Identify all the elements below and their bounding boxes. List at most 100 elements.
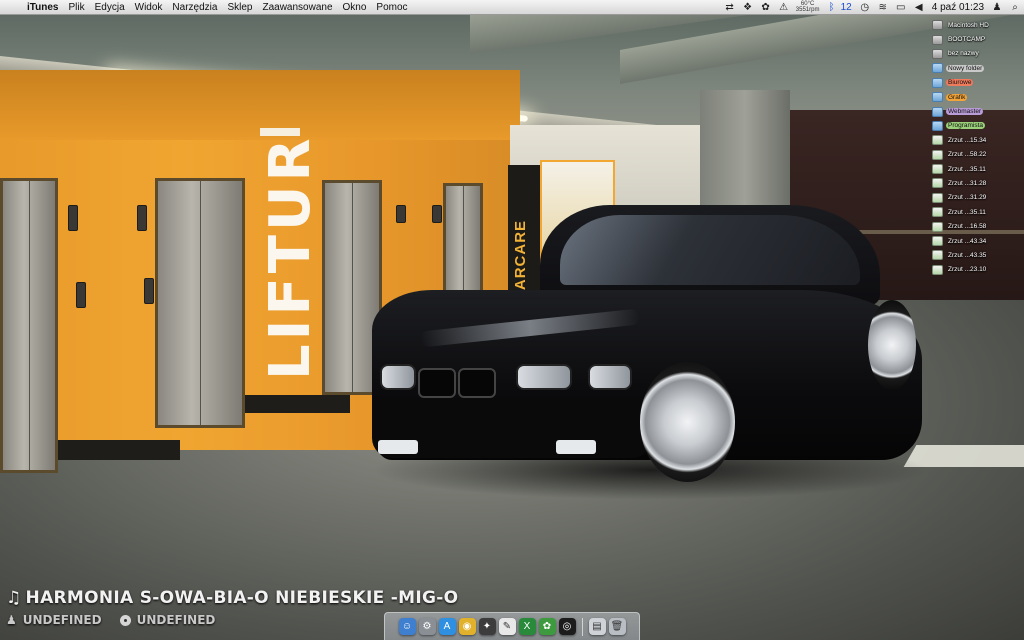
desktop-icon-label: Biurowe (946, 79, 974, 87)
track-artist: UNDEFINED (22, 613, 102, 627)
trash-icon[interactable]: 🗑 (608, 618, 626, 635)
menu-widok[interactable]: Widok (130, 0, 168, 15)
elevator-door (155, 178, 245, 428)
hard-drive-icon (932, 34, 943, 45)
evernote-icon[interactable]: ✿ (538, 618, 556, 635)
user-icon[interactable]: ♟ (988, 0, 1006, 15)
desktop-icon[interactable]: BOOTCAMP (932, 32, 1012, 46)
menu-edycja[interactable]: Edycja (90, 0, 130, 15)
speaker-sync-icon[interactable]: ⇄ (721, 0, 739, 15)
car-window (560, 215, 860, 285)
image-file-icon (932, 207, 943, 218)
dropbox-icon[interactable]: ❖ (739, 0, 757, 15)
desktop-icons: Macintosh HD BOOTCAMP bez nazwy Nowy folder… (932, 18, 1012, 277)
car-fog-light (378, 440, 418, 454)
desktop-icon[interactable]: Grafik (932, 90, 1012, 104)
desktop-icon[interactable]: Biurowe (932, 76, 1012, 90)
image-file-icon (932, 192, 943, 203)
desktop-icon-label: Zrzut ...16.58 (948, 223, 987, 231)
adium-icon[interactable]: ✦ (478, 618, 496, 635)
desktop-icon[interactable]: Zrzut ...15.34 (932, 133, 1012, 147)
menu-pomoc[interactable]: Pomoc (371, 0, 412, 15)
steam-icon[interactable]: ◎ (558, 618, 576, 635)
folder-icon (932, 77, 943, 88)
menu-zaawansowane[interactable]: Zaawansowane (257, 0, 337, 15)
menu-app-name[interactable]: iTunes (22, 0, 63, 15)
desktop-icon-label: Zrzut ...23.10 (948, 266, 987, 274)
time-machine-icon[interactable]: ◷ (856, 0, 874, 15)
system-preferences-icon[interactable]: ⚙ (418, 618, 436, 635)
now-playing-title-row: ♫ HARMONIA S-OWA-BIA-O NIEBIESKIE -MIG-O (6, 588, 458, 608)
spotlight-search-icon[interactable]: ⌕ (1006, 0, 1024, 15)
folder-icon (932, 63, 943, 74)
desktop-icon-label: Zrzut ...31.29 (948, 194, 987, 202)
desktop-icon[interactable]: Zrzut ...43.34 (932, 234, 1012, 248)
dock: ☺ ⚙ A ◉ ✦ ✎ X ✿ ◎ ▤ 🗑 (384, 612, 640, 640)
menu-narzedzia[interactable]: Narzędzia (167, 0, 222, 15)
desktop-icon[interactable]: Webmaster (932, 104, 1012, 118)
folder-icon (932, 106, 943, 117)
desktop-icon[interactable]: Zrzut ...58.22 (932, 148, 1012, 162)
image-file-icon (932, 221, 943, 232)
excel-icon[interactable]: X (518, 618, 536, 635)
folder-icon (932, 120, 943, 131)
desktop-icon-label: Programista (946, 122, 986, 130)
documents-stack-icon[interactable]: ▤ (588, 618, 606, 635)
elevator-button-panel (76, 282, 86, 308)
car-headlight (516, 364, 572, 390)
chrome-icon[interactable]: ◉ (458, 618, 476, 635)
desktop-icon[interactable]: Nowy folder (932, 61, 1012, 75)
evernote-icon[interactable]: ✿ (757, 0, 775, 15)
bluetooth-count: 12 (840, 1, 852, 13)
desktop-icon[interactable]: Zrzut ...31.28 (932, 176, 1012, 190)
app-store-icon[interactable]: A (438, 618, 456, 635)
desktop-icon-label: Zrzut ...35.11 (948, 165, 986, 173)
textedit-icon[interactable]: ✎ (498, 618, 516, 635)
menu-plik[interactable]: Plik (63, 0, 89, 15)
desktop-icon[interactable]: Zrzut ...35.11 (932, 162, 1012, 176)
battery-icon[interactable]: ▭ (892, 0, 910, 15)
hard-drive-icon (932, 48, 943, 59)
finder-icon[interactable]: ☺ (398, 618, 416, 635)
car-headlight (588, 364, 632, 390)
elevator-button-panel (144, 278, 154, 304)
image-file-icon (932, 149, 943, 160)
dock-separator (581, 617, 583, 636)
status-menus: ⇄ ❖ ✿ ⚠ 60°C 3551rpm ᛒ 12 ◷ ≋ ▭ ◀ 4 paź … (721, 0, 1024, 15)
image-file-icon (932, 264, 943, 275)
desktop-icon[interactable]: Zrzut ...16.58 (932, 219, 1012, 233)
elevator-button-panel (137, 205, 147, 231)
desktop-icon-label: Nowy folder (946, 64, 985, 72)
clock[interactable]: 4 paź 01:23 (928, 2, 988, 13)
desktop-icon[interactable]: Zrzut ...43.35 (932, 248, 1012, 262)
desktop-icon[interactable]: Programista (932, 119, 1012, 133)
menu-sklep[interactable]: Sklep (222, 0, 257, 15)
car-wheel (640, 362, 735, 482)
desktop-icon[interactable]: bez nazwy (932, 47, 1012, 61)
wall-lettering: LIFTUR (258, 134, 323, 380)
desktop-icon[interactable]: Zrzut ...35.11 (932, 205, 1012, 219)
menu-bar: iTunes Plik Edycja Widok Narzędzia Sklep… (0, 0, 1024, 15)
car-wheel (868, 300, 916, 390)
music-note-icon: ♫ (6, 588, 22, 608)
desktop-icon-label: Zrzut ...31.28 (948, 179, 987, 187)
menu-okno[interactable]: Okno (338, 0, 372, 15)
image-file-icon (932, 135, 943, 146)
alert-icon[interactable]: ⚠ (775, 0, 793, 15)
desktop-icon[interactable]: Macintosh HD (932, 18, 1012, 32)
temperature-monitor[interactable]: 60°C 3551rpm (793, 1, 823, 13)
album-icon (119, 614, 131, 626)
bluetooth-icon[interactable]: ᛒ (823, 0, 841, 15)
desktop-icon[interactable]: Zrzut ...31.29 (932, 191, 1012, 205)
volume-icon[interactable]: ◀ (910, 0, 928, 15)
artist-icon: ♟ (6, 613, 17, 627)
wifi-icon[interactable]: ≋ (874, 0, 892, 15)
image-file-icon (932, 164, 943, 175)
desktop-icon-label: BOOTCAMP (948, 36, 986, 44)
car-grille (458, 368, 496, 398)
desktop-wallpaper: LIFTUR PARCARE (0, 0, 1024, 640)
elevator-button-panel (68, 205, 78, 231)
hard-drive-icon (932, 20, 943, 31)
fan-speed-value: 3551rpm (795, 7, 820, 13)
desktop-icon[interactable]: Zrzut ...23.10 (932, 263, 1012, 277)
